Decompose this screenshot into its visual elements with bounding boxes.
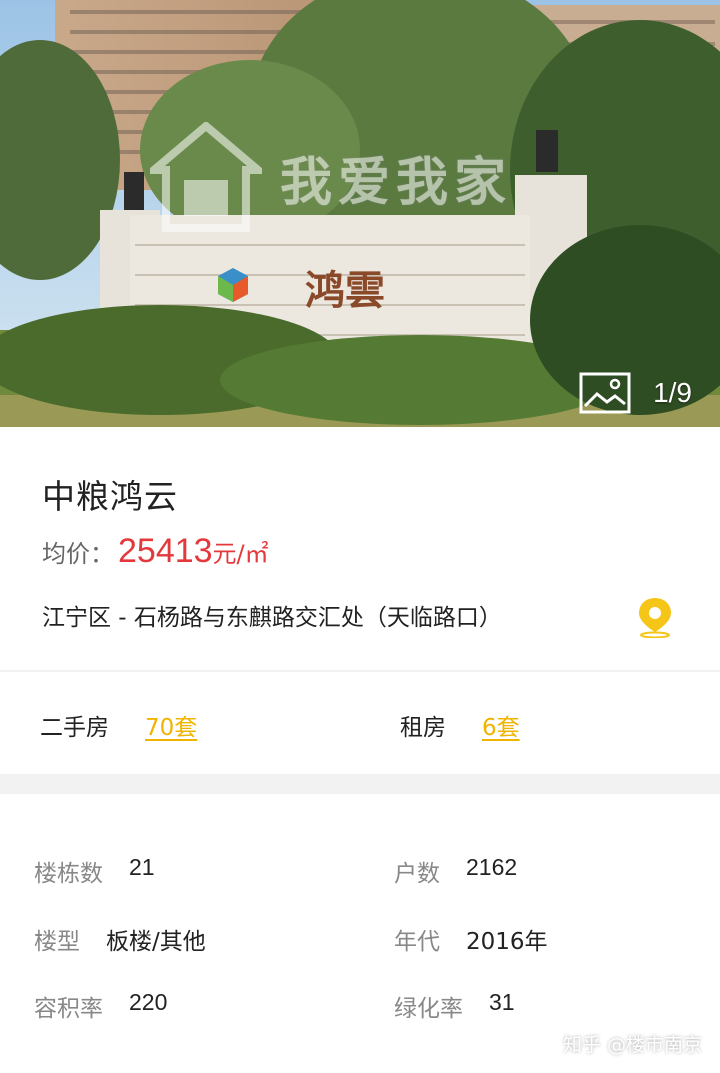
price-value: 25413 bbox=[118, 532, 213, 570]
detail-value: 板楼/其他 bbox=[106, 929, 206, 955]
detail-year: 年代 2016年 bbox=[394, 922, 548, 956]
detail-value: 2162 bbox=[466, 854, 518, 880]
brand-watermark-text: 我爱我家 bbox=[280, 152, 513, 213]
detail-value: 220 bbox=[129, 989, 168, 1015]
rent-listing[interactable]: 租房 6套 bbox=[400, 708, 520, 742]
detail-label: 绿化率 bbox=[394, 996, 463, 1022]
detail-label: 户数 bbox=[394, 861, 440, 887]
detail-label: 楼栋数 bbox=[34, 861, 103, 887]
photo-counter[interactable]: 1/9 bbox=[579, 372, 692, 414]
detail-label: 容积率 bbox=[34, 996, 103, 1022]
project-name: 中粮鸿云 bbox=[42, 477, 178, 516]
map-pin-icon[interactable] bbox=[636, 596, 674, 638]
brand-watermark-logo: 我爱我家 bbox=[150, 122, 512, 232]
rent-label: 租房 bbox=[400, 715, 446, 741]
detail-label: 楼型 bbox=[34, 929, 80, 955]
detail-value: 21 bbox=[129, 854, 155, 880]
rent-count-link[interactable]: 6套 bbox=[482, 708, 520, 742]
average-price: 均价： 25413 元/㎡ bbox=[42, 532, 269, 571]
wall-sign-text: 鸿雲 bbox=[305, 267, 385, 314]
second-hand-listing[interactable]: 二手房 70套 bbox=[40, 708, 197, 742]
detail-value: 31 bbox=[489, 989, 515, 1015]
project-address: 江宁区 - 石杨路与东麒路交汇处（天临路口） bbox=[42, 605, 502, 631]
detail-buildings: 楼栋数 21 bbox=[34, 854, 155, 888]
detail-greening: 绿化率 31 bbox=[394, 989, 515, 1023]
detail-label: 年代 bbox=[394, 929, 440, 955]
detail-building-type: 楼型 板楼/其他 bbox=[34, 922, 206, 956]
hero-photo[interactable]: 我爱我家 鸿雲 1/9 bbox=[0, 0, 720, 427]
price-label: 均价： bbox=[42, 540, 114, 568]
house-logo-icon bbox=[150, 122, 262, 232]
photo-counter-text: 1/9 bbox=[653, 377, 692, 408]
zhihu-watermark: 知乎 @楼市南京 bbox=[562, 1034, 702, 1056]
second-hand-label: 二手房 bbox=[40, 715, 109, 741]
price-unit: 元/㎡ bbox=[212, 540, 269, 568]
detail-plot-ratio: 容积率 220 bbox=[34, 989, 167, 1023]
detail-households: 户数 2162 bbox=[394, 854, 517, 888]
gallery-icon bbox=[579, 372, 631, 414]
detail-value: 2016年 bbox=[466, 929, 548, 955]
second-hand-count-link[interactable]: 70套 bbox=[145, 708, 197, 742]
